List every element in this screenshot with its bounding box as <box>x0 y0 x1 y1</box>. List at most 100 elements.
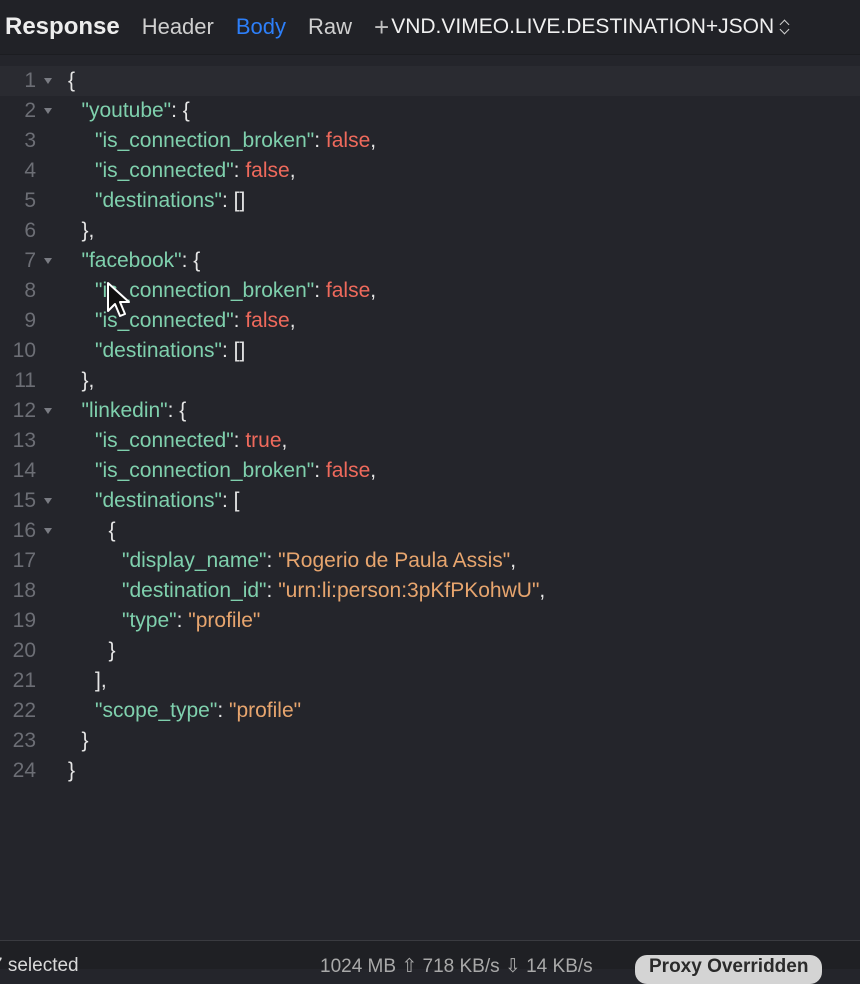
response-toolbar: Response Header Body Raw + VND.VIMEO.LIV… <box>0 0 860 55</box>
line-number: 13 <box>12 429 36 452</box>
token-punc: : <box>314 459 326 482</box>
line-number: 6 <box>24 219 36 242</box>
token-punc: }, <box>81 369 95 392</box>
fold-arrow-icon[interactable] <box>44 108 52 114</box>
code-text: { <box>68 516 116 546</box>
line-number: 2 <box>24 99 36 122</box>
mouse-pointer-icon <box>107 282 130 317</box>
line-number: 1 <box>24 69 36 92</box>
code-text: "youtube": { <box>68 96 190 126</box>
token-key: "destinations" <box>95 489 222 512</box>
code-line: 1{ <box>0 66 860 96</box>
code-text: "destinations": [ <box>68 486 240 516</box>
line-number: 4 <box>24 159 36 182</box>
code-text: "type": "profile" <box>68 606 260 636</box>
code-text: } <box>68 636 116 666</box>
token-punc: : { <box>171 99 190 122</box>
code-line: 21], <box>0 666 860 696</box>
token-punc: : <box>176 609 189 632</box>
token-punc: : [] <box>221 189 246 212</box>
token-punc: , <box>510 549 517 572</box>
line-number: 8 <box>24 279 36 302</box>
line-number: 24 <box>12 759 36 782</box>
token-punc: , <box>281 429 288 452</box>
token-punc: , <box>289 159 296 182</box>
token-punc: ], <box>95 669 107 692</box>
code-line: 22 "scope_type": "profile" <box>0 696 860 726</box>
code-line: 12 "linkedin": { <box>0 396 860 426</box>
token-punc: { <box>108 519 116 542</box>
code-line: 7 "facebook": { <box>0 246 860 276</box>
line-number: 18 <box>12 579 36 602</box>
line-number: 21 <box>12 669 36 692</box>
code-line: 11}, <box>0 366 860 396</box>
fold-arrow-icon[interactable] <box>44 258 52 264</box>
selection-count: 7 selected <box>0 955 79 976</box>
token-punc: : <box>217 699 229 722</box>
line-number: 5 <box>24 189 36 212</box>
token-key: "is_connected" <box>95 429 234 452</box>
token-str: "profile" <box>229 699 302 722</box>
code-line: 4 "is_connected": false, <box>0 156 860 186</box>
code-text: } <box>68 756 75 786</box>
token-key: "destinations" <box>95 189 222 212</box>
code-line: 20} <box>0 636 860 666</box>
token-key: "is_connected" <box>95 159 234 182</box>
token-key: "linkedin" <box>81 399 168 422</box>
token-punc: } <box>68 759 76 782</box>
token-punc: , <box>370 459 377 482</box>
line-number: 15 <box>12 489 36 512</box>
code-text: "destinations": [] <box>68 186 245 216</box>
code-line: 13 "is_connected": true, <box>0 426 860 456</box>
line-number: 22 <box>12 699 36 722</box>
token-bool: false <box>325 459 371 482</box>
line-number: 19 <box>12 609 36 632</box>
token-punc: }, <box>81 219 95 242</box>
token-bool: false <box>325 279 371 302</box>
code-line: 3 "is_connection_broken": false, <box>0 126 860 156</box>
code-text: }, <box>68 216 95 246</box>
token-punc: : <box>233 429 246 452</box>
code-line: 10 "destinations": [] <box>0 336 860 366</box>
tab-header[interactable]: Header <box>142 14 214 40</box>
chevron-updown-icon <box>780 19 790 35</box>
token-key: "facebook" <box>81 249 182 272</box>
token-key: "scope_type" <box>95 699 218 722</box>
code-text: "is_connection_broken": false, <box>68 126 376 156</box>
tab-raw[interactable]: Raw <box>308 14 352 40</box>
token-punc: : { <box>167 399 187 422</box>
code-line: 23} <box>0 726 860 756</box>
code-text: }, <box>68 366 95 396</box>
token-punc: : { <box>181 249 201 272</box>
code-line: 17 "display_name": "Rogerio de Paula Assi… <box>0 546 860 576</box>
token-punc: : [ <box>221 489 240 512</box>
token-key: "is_connection_broken" <box>95 129 315 152</box>
token-punc: , <box>370 279 377 302</box>
token-key: "youtube" <box>81 99 172 122</box>
fold-arrow-icon[interactable] <box>44 408 52 414</box>
token-bool: true <box>245 429 282 452</box>
fold-arrow-icon[interactable] <box>44 528 52 534</box>
token-key: "display_name" <box>122 549 267 572</box>
code-line: 16 { <box>0 516 860 546</box>
token-punc: , <box>370 129 377 152</box>
json-body-editor[interactable]: 1{2 "youtube": {3 "is_connection_broken": … <box>0 66 860 786</box>
code-line: 18 "destination_id": "urn:li:person:3pKfP… <box>0 576 860 606</box>
line-number: 12 <box>12 399 36 422</box>
token-punc: : <box>266 579 279 602</box>
token-bool: false <box>245 309 290 332</box>
fold-arrow-icon[interactable] <box>44 498 52 504</box>
tab-body[interactable]: Body <box>236 14 286 40</box>
code-text: "is_connected": true, <box>68 426 287 456</box>
proxy-status-badge[interactable]: Proxy Overridden <box>635 955 823 984</box>
token-str: "urn:li:person:3pKfPKohwU" <box>278 579 540 602</box>
token-punc: : <box>266 549 279 572</box>
token-key: "is_connection_broken" <box>95 459 315 482</box>
content-type-selector[interactable]: + VND.VIMEO.LIVE.DESTINATION+JSON <box>374 14 790 40</box>
code-text: "is_connected": false, <box>68 156 296 186</box>
fold-arrow-icon[interactable] <box>44 78 52 84</box>
code-text: "destinations": [] <box>68 336 245 366</box>
line-number: 20 <box>12 639 36 662</box>
line-number: 16 <box>12 519 36 542</box>
line-number: 11 <box>14 369 36 392</box>
